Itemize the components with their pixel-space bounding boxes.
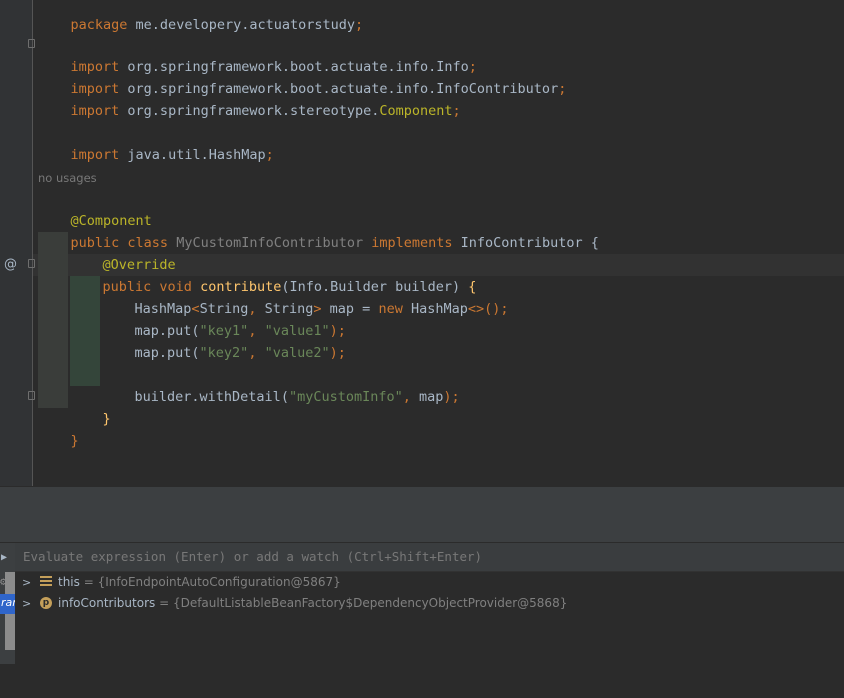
string-literal: "value2": [264, 345, 330, 361]
code-line-19[interactable]: }: [38, 408, 79, 449]
code-editor[interactable]: @ package me.developery.actuatorstudy; i…: [0, 0, 844, 486]
method-call: map.put(: [134, 345, 200, 361]
code-line-7[interactable]: import java.util.HashMap;: [38, 122, 274, 163]
semicolon: ;: [452, 103, 461, 119]
collapse-arrow-icon[interactable]: ▶: [1, 552, 7, 563]
string-literal: "myCustomInfo": [288, 389, 403, 405]
package-name: me.developery.actuatorstudy: [127, 17, 355, 33]
debug-toolbar: [0, 486, 844, 515]
code-line-9[interactable]: @Component: [38, 188, 152, 229]
selected-frame[interactable]: ran: [0, 594, 15, 614]
brace: }: [102, 411, 111, 427]
fold-marker-icon[interactable]: [28, 259, 35, 268]
paren: );: [329, 345, 346, 361]
code-line-17[interactable]: builder.withDetail("myCustomInfo", map);: [102, 364, 460, 405]
code-line-11[interactable]: @Override: [70, 232, 176, 273]
type-name: HashMap: [410, 301, 468, 317]
comma: ,: [402, 389, 420, 405]
override-gutter-icon[interactable]: @: [4, 257, 17, 272]
keyword: new: [378, 301, 411, 317]
semicolon: ;: [558, 81, 567, 97]
import-path: org.springframework.stereotype.: [119, 103, 380, 119]
brace: }: [70, 433, 79, 449]
variable-value: {InfoEndpointAutoConfiguration@5867}: [97, 575, 341, 589]
operator: <>();: [467, 301, 509, 317]
code-line-5[interactable]: import org.springframework.stereotype.Co…: [38, 78, 461, 119]
semicolon: ;: [265, 147, 274, 163]
comma: ,: [248, 345, 265, 361]
interface-name: InfoContributor: [460, 235, 583, 251]
field-list-icon: [40, 576, 52, 587]
method-call: builder.withDetail(: [134, 389, 289, 405]
debug-tabs-bar: [0, 514, 844, 543]
keyword: implements: [363, 235, 461, 251]
evaluate-expression-input[interactable]: Evaluate expression (Enter) or add a wat…: [23, 543, 823, 571]
code-line-18[interactable]: }: [70, 386, 111, 427]
evaluate-expression-bar[interactable]: Evaluate expression (Enter) or add a wat…: [15, 543, 844, 572]
annotation-class: Component: [379, 103, 453, 119]
variable-name-wrapper: this = {InfoEndpointAutoConfiguration@58…: [58, 572, 341, 593]
parameter-icon: p: [40, 597, 52, 609]
expand-chevron-icon[interactable]: >: [22, 593, 31, 614]
line-gutter: [0, 0, 33, 486]
string-literal: "key2": [199, 345, 249, 361]
equals-sign: =: [155, 596, 173, 610]
code-line-15[interactable]: map.put("key2", "value2");: [102, 320, 346, 361]
frame-label: ran: [1, 596, 15, 609]
fold-marker-icon[interactable]: [28, 39, 35, 48]
code-line-1[interactable]: package me.developery.actuatorstudy;: [38, 0, 364, 33]
import-path: java.util.HashMap: [119, 147, 266, 163]
code-line-12[interactable]: public void contribute(Info.Builder buil…: [70, 254, 477, 295]
keyword: import: [70, 147, 120, 163]
code-line-13[interactable]: HashMap<String, String> map = new HashMa…: [102, 276, 509, 317]
keyword: import: [70, 103, 120, 119]
keyword: package: [70, 17, 128, 33]
fold-marker-icon[interactable]: [28, 391, 35, 400]
debug-panel: ▶ Evaluate expression (Enter) or add a w…: [0, 486, 844, 664]
code-line-10[interactable]: public class MyCustomInfoContributor imp…: [38, 210, 599, 251]
variable-row-infoContributors[interactable]: > p infoContributors = {DefaultListableB…: [15, 593, 844, 614]
paren: );: [443, 389, 460, 405]
variable-value: {DefaultListableBeanFactory$DependencyOb…: [172, 596, 568, 610]
variable: map: [419, 389, 444, 405]
class-name: MyCustomInfoContributor: [176, 235, 364, 251]
code-line-4[interactable]: import org.springframework.boot.actuate.…: [38, 56, 567, 97]
variables-tree[interactable]: > this = {InfoEndpointAutoConfiguration@…: [15, 572, 844, 664]
code-line-14[interactable]: map.put("key1", "value1");: [102, 298, 346, 339]
frame-settings-icon[interactable]: ⚙: [0, 575, 7, 588]
brace: {: [582, 235, 599, 251]
code-line-3[interactable]: import org.springframework.boot.actuate.…: [38, 34, 477, 75]
expand-chevron-icon[interactable]: >: [22, 572, 31, 593]
semicolon: ;: [355, 17, 364, 33]
equals-sign: =: [79, 575, 98, 589]
no-usages-hint[interactable]: no usages: [38, 168, 97, 188]
variable-name-wrapper: infoContributors = {DefaultListableBeanF…: [58, 593, 567, 614]
variable-row-this[interactable]: > this = {InfoEndpointAutoConfiguration@…: [15, 572, 844, 593]
variable-name: infoContributors: [58, 596, 156, 610]
variable-name: this: [58, 575, 80, 589]
